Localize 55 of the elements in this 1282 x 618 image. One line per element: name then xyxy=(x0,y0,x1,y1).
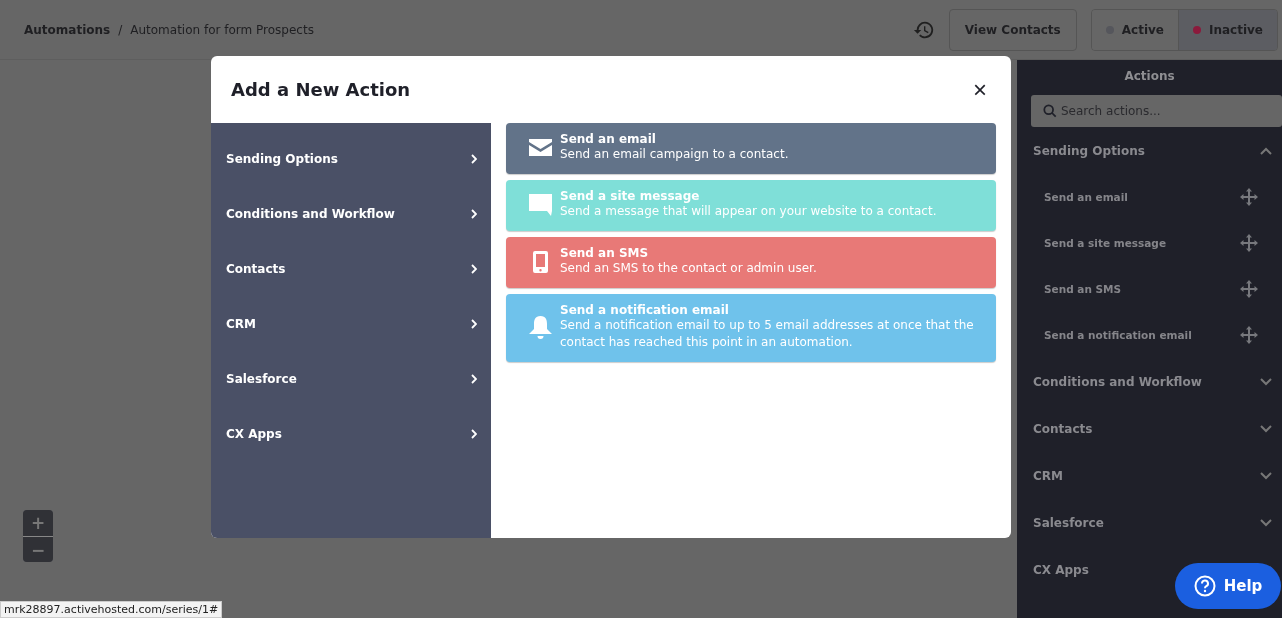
action-description: Send an SMS to the contact or admin user. xyxy=(560,260,817,277)
sidebar-section[interactable]: CX Apps xyxy=(1033,562,1089,577)
breadcrumb-current: Automation for form Prospects xyxy=(130,22,314,37)
category-item[interactable]: CX Apps xyxy=(211,406,491,461)
sidebar-section[interactable]: Conditions and Workflow xyxy=(1033,374,1202,389)
chevron-right-icon xyxy=(471,318,477,329)
search-icon xyxy=(1043,104,1057,118)
sidebar-section[interactable]: CRM xyxy=(1033,468,1063,483)
view-contacts-button[interactable]: View Contacts xyxy=(948,8,1077,51)
action-description: Send an email campaign to a contact. xyxy=(560,146,789,163)
sidebar-title: Actions xyxy=(1123,68,1176,83)
action-title: Send a site message xyxy=(560,189,701,203)
chevron-right-icon xyxy=(471,428,477,439)
envelope-icon xyxy=(528,139,552,156)
zoom-out-button[interactable]: − xyxy=(23,536,53,562)
close-button[interactable]: × xyxy=(969,75,991,104)
sidebar-action-item[interactable]: Send an email xyxy=(1017,174,1282,220)
action-title: Send a notification email xyxy=(560,303,730,317)
zoom-in-button[interactable]: + xyxy=(23,510,53,536)
status-option[interactable]: Inactive xyxy=(1177,9,1277,50)
chevron-right-icon xyxy=(471,153,477,164)
bell-icon xyxy=(528,315,552,339)
chevron-right-icon xyxy=(471,263,477,274)
search-field[interactable]: Search actions... xyxy=(1031,95,1282,127)
move-icon xyxy=(1240,188,1258,206)
move-icon xyxy=(1240,326,1258,344)
move-icon xyxy=(1240,280,1258,298)
sidebar-action-item[interactable]: Send an SMS xyxy=(1017,266,1282,312)
phone-icon xyxy=(532,250,548,273)
category-item[interactable]: CRM xyxy=(211,296,491,351)
help-icon xyxy=(1193,575,1216,597)
action-title: Send an email xyxy=(560,132,657,146)
action-title: Send an SMS xyxy=(560,246,650,260)
sidebar-action-item[interactable]: Send a site message xyxy=(1017,220,1282,266)
sidebar-section[interactable]: Salesforce xyxy=(1033,515,1104,530)
breadcrumb-link[interactable]: Automations xyxy=(24,22,111,37)
move-icon xyxy=(1240,234,1258,252)
sidebar-section[interactable]: Contacts xyxy=(1033,421,1093,436)
sidebar-action-item[interactable]: Send a notification email xyxy=(1017,312,1282,358)
action-card[interactable]: Send an email Send an email campaign to a contact. xyxy=(506,123,996,174)
chevron-right-icon xyxy=(471,208,477,219)
dialog-title: Add a New Action xyxy=(231,79,411,100)
action-description: Send a notification email to up to 5 email addresses at once that the contact has reached this point in an automation. xyxy=(560,317,975,351)
sidebar-section[interactable]: Sending Options xyxy=(1033,143,1145,158)
category-item[interactable]: Salesforce xyxy=(211,351,491,406)
speech-bubble-icon xyxy=(528,193,552,216)
category-item[interactable]: Contacts xyxy=(211,241,491,296)
chevron-right-icon xyxy=(471,373,477,384)
category-item[interactable]: Conditions and Workflow xyxy=(211,186,491,241)
action-card[interactable]: Send an SMS Send an SMS to the contact or admin user. xyxy=(506,237,996,288)
breadcrumb-separator: / xyxy=(118,22,123,37)
help-button[interactable]: Help xyxy=(1175,563,1281,609)
action-description: Send a message that will appear on your website to a contact. xyxy=(560,203,937,220)
category-item[interactable]: Sending Options xyxy=(211,131,491,186)
status-url: mrk28897.activehosted.com/series/1# xyxy=(0,601,223,618)
